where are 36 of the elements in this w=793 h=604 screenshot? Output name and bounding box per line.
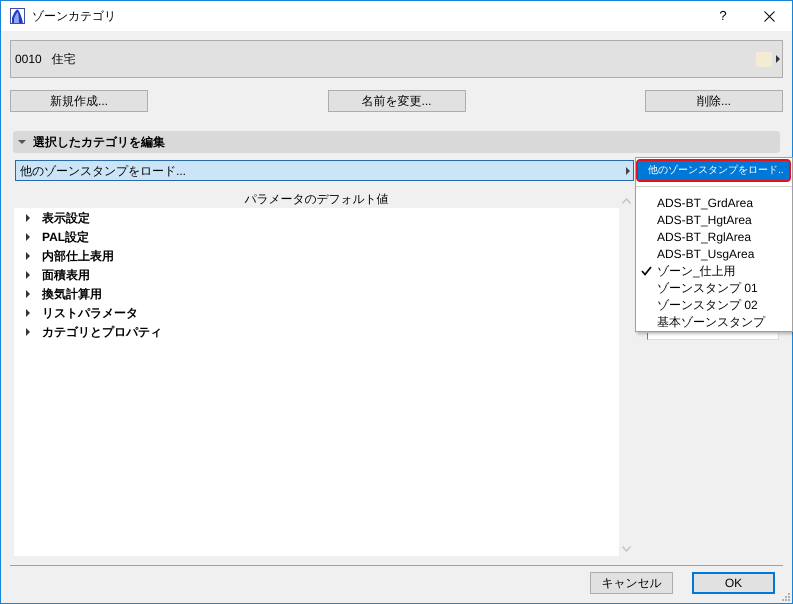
menu-item[interactable]: ADS-BT_RglArea xyxy=(636,228,792,245)
column-heading: パラメータのデフォルト値 xyxy=(244,191,388,208)
section-header[interactable]: 選択したカテゴリを編集 xyxy=(13,131,780,153)
scroll-up-icon[interactable] xyxy=(622,198,631,204)
tree-item[interactable]: 換気計算用 xyxy=(14,284,619,303)
menu-item[interactable]: ゾーンスタンプ 02 xyxy=(636,296,792,313)
tree-item[interactable]: 面積表用 xyxy=(14,265,619,284)
menu-item[interactable]: ゾーンスタンプ 01 xyxy=(636,279,792,296)
resize-grip-icon[interactable] xyxy=(781,592,790,601)
menu-item[interactable]: ゾーン_仕上用 xyxy=(636,262,792,279)
tree-item[interactable]: リストパラメータ xyxy=(14,303,619,322)
tree-item[interactable]: 内部仕上表用 xyxy=(14,246,619,265)
action-button[interactable]: 削除... xyxy=(645,90,783,112)
menu-item[interactable]: 他のゾーンスタンプをロード.. xyxy=(638,161,789,180)
check-icon xyxy=(641,266,652,276)
app-logo-icon xyxy=(10,8,25,24)
dropdown-field[interactable]: 他のゾーンスタンプをロード... xyxy=(15,160,634,181)
tree-item[interactable]: 表示設定 xyxy=(14,208,619,227)
menu-item[interactable]: ADS-BT_UsgArea xyxy=(636,245,792,262)
menu-item[interactable]: 基本ゾーンスタンプ xyxy=(636,313,792,330)
close-icon xyxy=(764,10,774,22)
dialog-button[interactable]: キャンセル xyxy=(590,572,673,594)
action-button[interactable]: 新規作成... xyxy=(10,90,148,112)
dialog-button[interactable]: OK xyxy=(692,572,775,594)
text-field[interactable] xyxy=(647,333,779,340)
caret-right-icon xyxy=(776,55,780,63)
category-selector[interactable]: 0010 住宅 xyxy=(10,40,783,78)
caret-right-icon xyxy=(626,166,630,174)
tree-item[interactable]: カテゴリとプロパティ xyxy=(14,322,619,341)
menu-item[interactable]: ADS-BT_GrdArea xyxy=(636,194,792,211)
action-button[interactable]: 名前を変更... xyxy=(328,90,466,112)
tree-item[interactable]: PAL設定 xyxy=(14,227,619,246)
scroll-down-icon[interactable] xyxy=(622,546,631,552)
menu-item[interactable]: ADS-BT_HgtArea xyxy=(636,211,792,228)
help-button[interactable]: ? xyxy=(700,1,746,31)
window-title: ゾーンカテゴリ xyxy=(32,8,116,25)
